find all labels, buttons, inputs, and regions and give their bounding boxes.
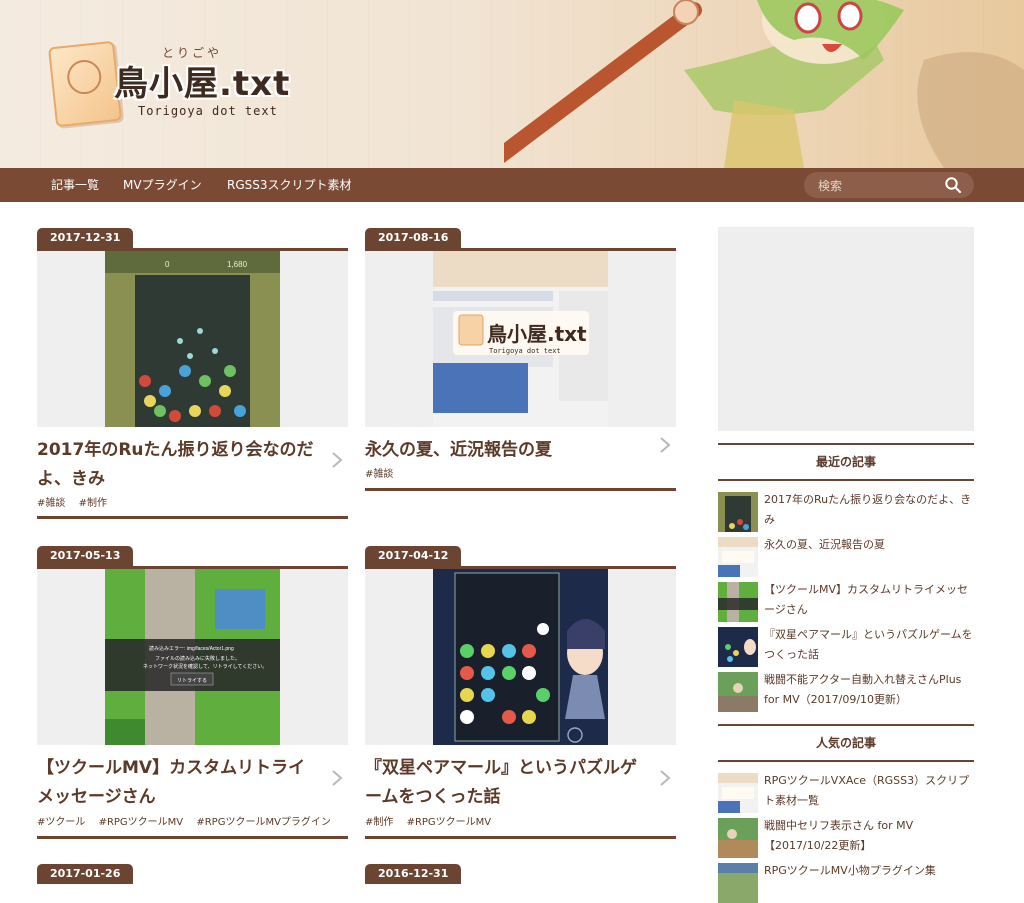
post-title[interactable]: 『双星ペアマール』というパズルゲームをつくった話 xyxy=(365,754,645,812)
search-box xyxy=(804,172,974,198)
popular-post-title: 戦闘中セリフ表示さん for MV【2017/10/22更新】 xyxy=(764,819,914,852)
sidebar-ad xyxy=(718,227,974,431)
nav-item-articles[interactable]: 記事一覧 xyxy=(51,168,99,202)
post-thumbnail-link[interactable]: 鳥小屋.txt Torigoya dot text xyxy=(365,251,676,427)
popular-post-title: RPGツクールMV小物プラグイン集 xyxy=(764,864,936,877)
recent-post-item[interactable]: 『双星ペアマール』というパズルゲームをつくった話 xyxy=(718,627,974,667)
logo-badge-icon xyxy=(47,40,123,128)
recent-post-item[interactable]: 永久の夏、近況報告の夏 xyxy=(718,537,974,577)
recent-posts-heading: 最近の記事 xyxy=(718,443,974,481)
recent-post-title: 【ツクールMV】カスタムリトライメッセージさん xyxy=(764,583,969,616)
chevron-right-icon[interactable] xyxy=(330,768,344,788)
recent-post-thumb xyxy=(718,582,758,622)
post-thumbnail: 鳥小屋.txt Torigoya dot text xyxy=(433,251,608,427)
site-header: とりごや 鳥小屋.txt Torigoya dot text xyxy=(0,0,1024,168)
thumb-score-left: 0 xyxy=(165,260,170,269)
post-title[interactable]: 永久の夏、近況報告の夏 xyxy=(365,436,645,465)
nav-item-mv-plugins[interactable]: MVプラグイン xyxy=(123,168,202,202)
nav-item-rgss3-scripts[interactable]: RGSS3スクリプト素材 xyxy=(227,168,352,202)
card-divider xyxy=(365,488,676,491)
logo-title: 鳥小屋.txt xyxy=(114,64,291,104)
recent-post-title: 永久の夏、近況報告の夏 xyxy=(764,538,885,551)
popular-posts-heading: 人気の記事 xyxy=(718,724,974,762)
recent-post-item[interactable]: 【ツクールMV】カスタムリトライメッセージさん xyxy=(718,582,974,622)
recent-post-thumb xyxy=(718,672,758,712)
tag-link[interactable]: #雑談 xyxy=(37,498,65,509)
thumb-score-right: 1,680 xyxy=(227,260,248,269)
thumb-logo-text: 鳥小屋.txt xyxy=(487,322,587,346)
popular-post-item[interactable]: 戦闘中セリフ表示さん for MV【2017/10/22更新】 xyxy=(718,818,974,858)
retry-button-label: リトライする xyxy=(177,678,207,684)
recent-post-title: 『双星ペアマール』というパズルゲームをつくった話 xyxy=(764,628,973,661)
recent-post-title: 2017年のRuたん振り返り会なのだよ、きみ xyxy=(764,493,972,526)
error-body: ファイルの読み込みに失敗しました。 xyxy=(155,655,240,662)
post-title[interactable]: 【ツクールMV】カスタムリトライメッセージさん xyxy=(37,754,317,812)
tag-link[interactable]: #雑談 xyxy=(365,469,393,480)
card-divider xyxy=(365,836,676,839)
tag-link[interactable]: #制作 xyxy=(365,817,393,828)
tag-link[interactable]: #RPGツクールMV xyxy=(407,817,492,828)
post-thumbnail-link[interactable]: 0 1,680 xyxy=(37,251,348,427)
post-thumbnail-link[interactable] xyxy=(365,569,676,745)
post-tags: #雑談 #制作 xyxy=(37,494,117,509)
tag-link[interactable]: #制作 xyxy=(79,498,107,509)
recent-post-title: 戦闘不能アクター自動入れ替えさんPlus for MV（2017/09/10更新… xyxy=(764,673,962,706)
error-title: 読み込みエラー: img/faces/Actor1.png xyxy=(149,645,234,652)
popular-post-title: RPGツクールVXAce（RGSS3）スクリプト素材一覧 xyxy=(764,774,970,807)
card-divider xyxy=(37,836,348,839)
logo-subtitle: Torigoya dot text xyxy=(138,104,278,118)
chevron-right-icon[interactable] xyxy=(658,768,672,788)
recent-post-thumb xyxy=(718,537,758,577)
recent-post-thumb xyxy=(718,627,758,667)
popular-post-item[interactable]: RPGツクールVXAce（RGSS3）スクリプト素材一覧 xyxy=(718,773,974,813)
post-tags: #制作 #RPGツクールMV xyxy=(365,813,501,828)
post-tags: #雑談 xyxy=(365,465,403,480)
post-tags: #ツクール #RPGツクールMV #RPGツクールMVプラグイン xyxy=(37,813,341,828)
post-date: 2017-01-26 xyxy=(37,864,134,884)
chevron-right-icon[interactable] xyxy=(658,435,672,455)
tag-link[interactable]: #ツクール xyxy=(37,817,85,828)
post-thumbnail xyxy=(433,569,608,745)
recent-post-item[interactable]: 戦闘不能アクター自動入れ替えさんPlus for MV（2017/09/10更新… xyxy=(718,672,974,712)
post-thumbnail: 読み込みエラー: img/faces/Actor1.png ファイルの読み込みに… xyxy=(105,569,280,745)
error-body: ネットワーク状況を確認して、リトライしてください。 xyxy=(143,663,267,670)
post-thumbnail: 0 1,680 xyxy=(105,251,280,427)
tag-link[interactable]: #RPGツクールMV xyxy=(99,817,184,828)
popular-post-thumb xyxy=(718,773,758,813)
search-icon[interactable] xyxy=(944,176,962,194)
thumb-logo-sub: Torigoya dot text xyxy=(489,347,561,355)
post-date: 2017-08-16 xyxy=(365,228,462,248)
popular-post-thumb xyxy=(718,863,758,903)
post-date: 2017-05-13 xyxy=(37,546,134,566)
site-logo[interactable]: とりごや 鳥小屋.txt Torigoya dot text xyxy=(47,40,300,128)
card-divider xyxy=(37,516,348,519)
recent-post-thumb xyxy=(718,492,758,532)
search-input[interactable] xyxy=(816,176,940,196)
header-illustration xyxy=(504,0,1024,168)
post-date: 2016-12-31 xyxy=(365,864,462,884)
chevron-right-icon[interactable] xyxy=(330,450,344,470)
tag-link[interactable]: #RPGツクールMVプラグイン xyxy=(196,817,331,828)
post-date: 2017-04-12 xyxy=(365,546,462,566)
post-date: 2017-12-31 xyxy=(37,228,134,248)
post-title[interactable]: 2017年のRuたん振り返り会なのだよ、きみ xyxy=(37,436,317,494)
popular-post-thumb xyxy=(718,818,758,858)
post-thumbnail-link[interactable]: 読み込みエラー: img/faces/Actor1.png ファイルの読み込みに… xyxy=(37,569,348,745)
popular-post-item[interactable]: RPGツクールMV小物プラグイン集 xyxy=(718,863,974,903)
recent-post-item[interactable]: 2017年のRuたん振り返り会なのだよ、きみ xyxy=(718,492,974,532)
